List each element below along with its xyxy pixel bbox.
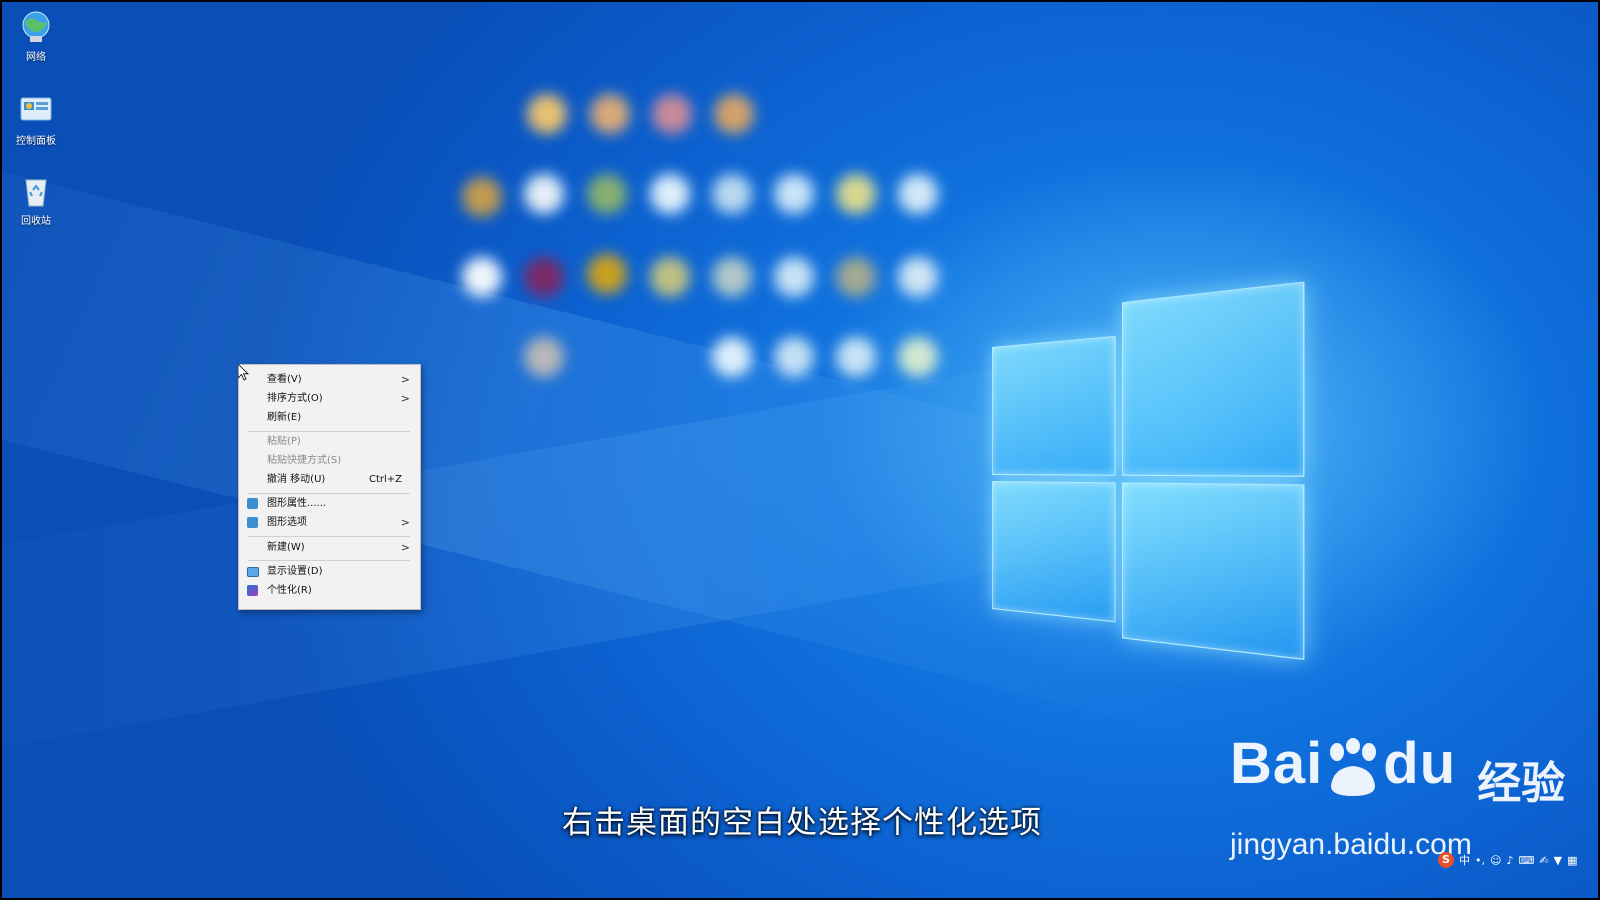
logo-pane	[992, 335, 1116, 476]
punctuation-icon[interactable]: •,	[1475, 854, 1485, 867]
menu-item-undo-move[interactable]: 撤消 移动(U) Ctrl+Z	[239, 470, 420, 489]
menu-item-label: 个性化(R)	[267, 585, 312, 596]
menu-item-label: 查看(V)	[267, 374, 302, 385]
desktop-context-menu: 查看(V) > 排序方式(O) > 刷新(E) 粘贴(P) 粘贴快捷方式(S) …	[238, 364, 421, 610]
blurred-icon	[898, 337, 938, 377]
blurred-icon	[898, 257, 938, 297]
skin-icon[interactable]: ▼	[1554, 854, 1562, 867]
desktop-icon-control-panel[interactable]: 控制面板	[12, 94, 60, 147]
blurred-icon	[524, 174, 564, 214]
blurred-icon	[587, 254, 627, 294]
watermark-brand-left: Bai	[1230, 731, 1324, 796]
monitor-icon	[247, 567, 259, 577]
chevron-right-icon: >	[400, 516, 410, 529]
emoji-icon[interactable]: ☺	[1490, 854, 1501, 867]
blurred-icon	[462, 257, 502, 297]
desktop[interactable]: 网络 控制面板 回收站 查看(V) > 排序方式(O) > 刷新(E) 粘贴(P…	[2, 2, 1598, 898]
blurred-icon	[774, 337, 814, 377]
desktop-icon-label: 网络	[26, 52, 46, 63]
chevron-right-icon: >	[400, 541, 410, 554]
menu-item-label: 图形属性......	[267, 498, 327, 509]
chevron-right-icon: >	[400, 373, 410, 386]
blurred-icon	[712, 337, 752, 377]
control-panel-icon	[19, 94, 53, 128]
baidu-jingyan-watermark: Bai du 经验 jingyan.baidu.com	[1230, 730, 1566, 861]
network-icon	[19, 10, 53, 44]
menu-item-shortcut: Ctrl+Z	[368, 474, 402, 485]
menu-item-label: 粘贴(P)	[267, 436, 301, 447]
handwriting-icon[interactable]: ✍	[1539, 854, 1548, 867]
desktop-icon-label: 回收站	[21, 216, 51, 227]
logo-pane	[1121, 482, 1305, 661]
menu-item-display-settings[interactable]: 显示设置(D)	[239, 562, 420, 581]
desktop-icon-network[interactable]: 网络	[12, 10, 60, 63]
recycle-bin-icon	[19, 174, 53, 208]
sogou-ime-icon[interactable]: S	[1438, 852, 1454, 868]
ime-mode-indicator[interactable]: 中	[1459, 852, 1470, 868]
paw-logo-icon	[1323, 737, 1383, 798]
blurred-icon	[650, 257, 690, 297]
desktop-icon-recycle-bin[interactable]: 回收站	[12, 174, 60, 227]
chevron-right-icon: >	[400, 392, 410, 405]
menu-separator	[248, 536, 410, 537]
blurred-icon	[898, 174, 938, 214]
menu-item-label: 图形选项	[267, 517, 307, 528]
blurred-icon	[524, 257, 564, 297]
menu-item-label: 显示设置(D)	[267, 566, 323, 577]
menu-item-label: 新建(W)	[267, 542, 305, 553]
blurred-icon	[590, 94, 630, 134]
mouse-cursor-icon	[237, 363, 250, 386]
menu-separator	[248, 560, 410, 561]
blurred-icon	[774, 174, 814, 214]
blurred-icon	[714, 94, 754, 134]
blurred-icon	[527, 94, 567, 134]
blurred-icon	[587, 174, 627, 214]
graphics-icon	[247, 498, 258, 509]
desktop-icon-label: 控制面板	[16, 136, 56, 147]
menu-item-new[interactable]: 新建(W) >	[239, 538, 420, 557]
blurred-icon	[836, 337, 876, 377]
menu-item-label: 刷新(E)	[267, 412, 302, 423]
menu-item-paste[interactable]: 粘贴(P)	[239, 432, 420, 451]
menu-item-label: 排序方式(O)	[267, 393, 323, 404]
menu-item-label: 撤消 移动(U)	[267, 474, 326, 485]
menu-item-graphics-properties[interactable]: 图形属性......	[239, 494, 420, 513]
blurred-icon	[712, 174, 752, 214]
watermark-brand-cn: 经验	[1477, 757, 1566, 809]
logo-pane	[1121, 281, 1305, 477]
blurred-icon	[836, 174, 876, 214]
menu-item-sort[interactable]: 排序方式(O) >	[239, 389, 420, 408]
menu-item-label: 粘贴快捷方式(S)	[267, 455, 342, 466]
menu-item-refresh[interactable]: 刷新(E)	[239, 408, 420, 427]
menu-item-graphics-options[interactable]: 图形选项 >	[239, 513, 420, 532]
blurred-icon	[712, 257, 752, 297]
blurred-icon	[774, 257, 814, 297]
watermark-brand-right: du	[1383, 731, 1457, 796]
microphone-icon[interactable]: ♪	[1506, 854, 1513, 867]
blurred-icon	[652, 94, 692, 134]
menu-item-view[interactable]: 查看(V) >	[239, 370, 420, 389]
personalize-icon	[247, 585, 258, 596]
menu-item-paste-shortcut[interactable]: 粘贴快捷方式(S)	[239, 451, 420, 470]
ime-toolbar[interactable]: S 中 •, ☺ ♪ ⌨ ✍ ▼ ▦	[1434, 850, 1598, 870]
blurred-icon	[650, 174, 690, 214]
blurred-icon	[836, 257, 876, 297]
keyboard-icon[interactable]: ⌨	[1519, 854, 1535, 867]
graphics-icon	[247, 517, 258, 528]
logo-pane	[992, 481, 1116, 623]
windows-logo	[992, 281, 1305, 661]
menu-item-personalize[interactable]: 个性化(R)	[239, 581, 420, 600]
blurred-icon	[462, 177, 502, 217]
toolbox-icon[interactable]: ▦	[1567, 854, 1577, 867]
blurred-icon	[524, 337, 564, 377]
